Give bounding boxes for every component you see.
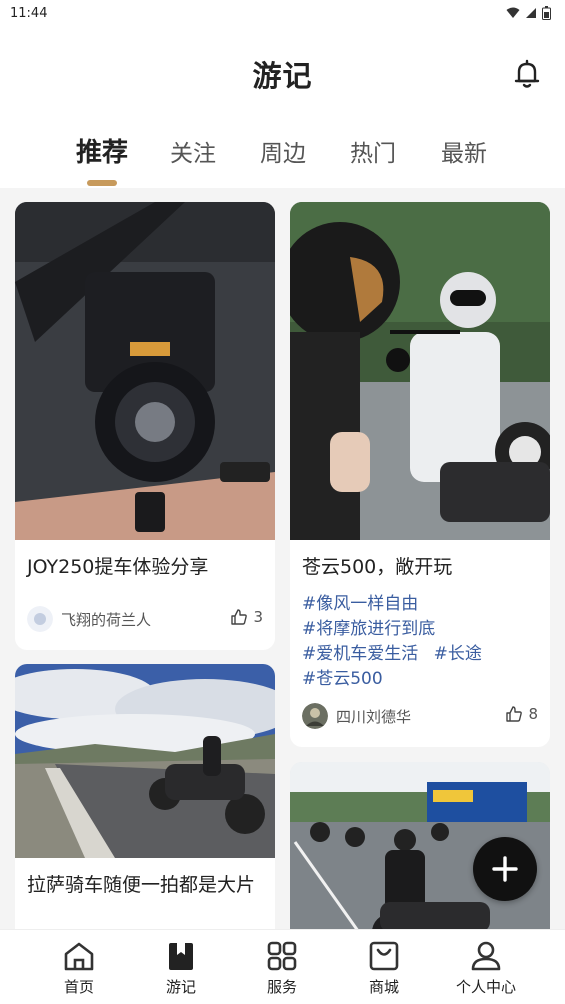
nav-travelogue[interactable]: 游记 xyxy=(136,940,226,997)
page-title-text: 游记 xyxy=(252,59,313,93)
shopping-bag-icon xyxy=(369,941,399,971)
card-author[interactable]: 四川刘德华 xyxy=(302,703,411,729)
card-image xyxy=(15,202,275,540)
like-count: 3 xyxy=(253,608,263,626)
tag-list: #像风一样自由 #将摩旅进行到底 #爱机车爱生活 #长途 #苍云500 xyxy=(302,592,540,692)
nav-label: 游记 xyxy=(165,978,196,996)
feed-card[interactable]: 苍云500，敞开玩 #像风一样自由 #将摩旅进行到底 #爱机车爱生活 #长途 #… xyxy=(290,202,550,747)
tab-nearby[interactable]: 周边 xyxy=(260,134,306,168)
signal-icon xyxy=(526,8,536,18)
page-title: 游记 xyxy=(250,53,313,95)
tab-latest[interactable]: 最新 xyxy=(441,134,487,168)
card-image xyxy=(15,664,275,858)
feed-card[interactable]: JOY250提车体验分享 飞翔的荷兰人 3 xyxy=(15,202,275,650)
avatar xyxy=(302,703,328,729)
card-title: JOY250提车体验分享 xyxy=(27,556,209,578)
bell-icon[interactable] xyxy=(511,58,543,90)
tab-recommend[interactable]: 推荐 xyxy=(76,132,128,169)
card-author[interactable]: 飞翔的荷兰人 xyxy=(27,606,151,632)
card-image xyxy=(290,202,550,540)
nav-home[interactable]: 首页 xyxy=(34,940,124,997)
top-bar: 游记 推荐 关注 周边 热门 最新 xyxy=(0,26,565,188)
plus-icon xyxy=(492,856,518,882)
avatar xyxy=(27,606,53,632)
tab-indicator xyxy=(87,180,117,186)
author-name: 四川刘德华 xyxy=(336,707,412,726)
bookmark-icon xyxy=(169,943,193,970)
like-button[interactable]: 3 xyxy=(230,608,263,626)
tag-link[interactable]: #将摩旅进行到底 xyxy=(302,619,435,639)
tag-link[interactable]: #像风一样自由 xyxy=(302,594,418,614)
tab-hot[interactable]: 热门 xyxy=(350,134,396,168)
user-icon xyxy=(471,941,501,971)
like-count: 8 xyxy=(528,705,538,723)
tab-follow[interactable]: 关注 xyxy=(170,134,216,168)
tag-link[interactable]: #爱机车爱生活 xyxy=(302,644,418,664)
bottom-nav: 首页 游记 服务 商城 个人中心 xyxy=(0,929,565,1004)
nav-profile[interactable]: 个人中心 xyxy=(441,940,531,997)
thumbs-up-icon xyxy=(231,609,248,625)
author-name: 飞翔的荷兰人 xyxy=(61,610,152,629)
tag-link[interactable]: #苍云500 xyxy=(302,669,383,689)
nav-store[interactable]: 商城 xyxy=(339,940,429,997)
nav-label: 服务 xyxy=(266,978,297,996)
tab-bar: 推荐 关注 周边 热门 最新 xyxy=(0,134,565,174)
wifi-icon xyxy=(506,7,520,18)
status-bar: 11:44 xyxy=(0,0,565,26)
card-title: 拉萨骑车随便一拍都是大片 xyxy=(27,874,256,896)
home-icon xyxy=(64,942,94,971)
create-post-button[interactable] xyxy=(473,837,537,901)
battery-icon xyxy=(542,6,551,20)
tag-link[interactable]: #长途 xyxy=(434,644,482,664)
thumbs-up-icon xyxy=(506,706,523,722)
card-title: 苍云500，敞开玩 xyxy=(302,556,453,578)
feed-card[interactable]: 拉萨骑车随便一拍都是大片 xyxy=(15,664,275,964)
nav-services[interactable]: 服务 xyxy=(237,940,327,997)
grid-icon xyxy=(267,941,297,971)
status-time: 11:44 xyxy=(10,5,48,21)
nav-label: 首页 xyxy=(63,978,94,996)
status-icons xyxy=(506,6,551,20)
like-button[interactable]: 8 xyxy=(505,705,538,723)
nav-label: 个人中心 xyxy=(455,978,516,996)
nav-label: 商城 xyxy=(368,978,399,996)
